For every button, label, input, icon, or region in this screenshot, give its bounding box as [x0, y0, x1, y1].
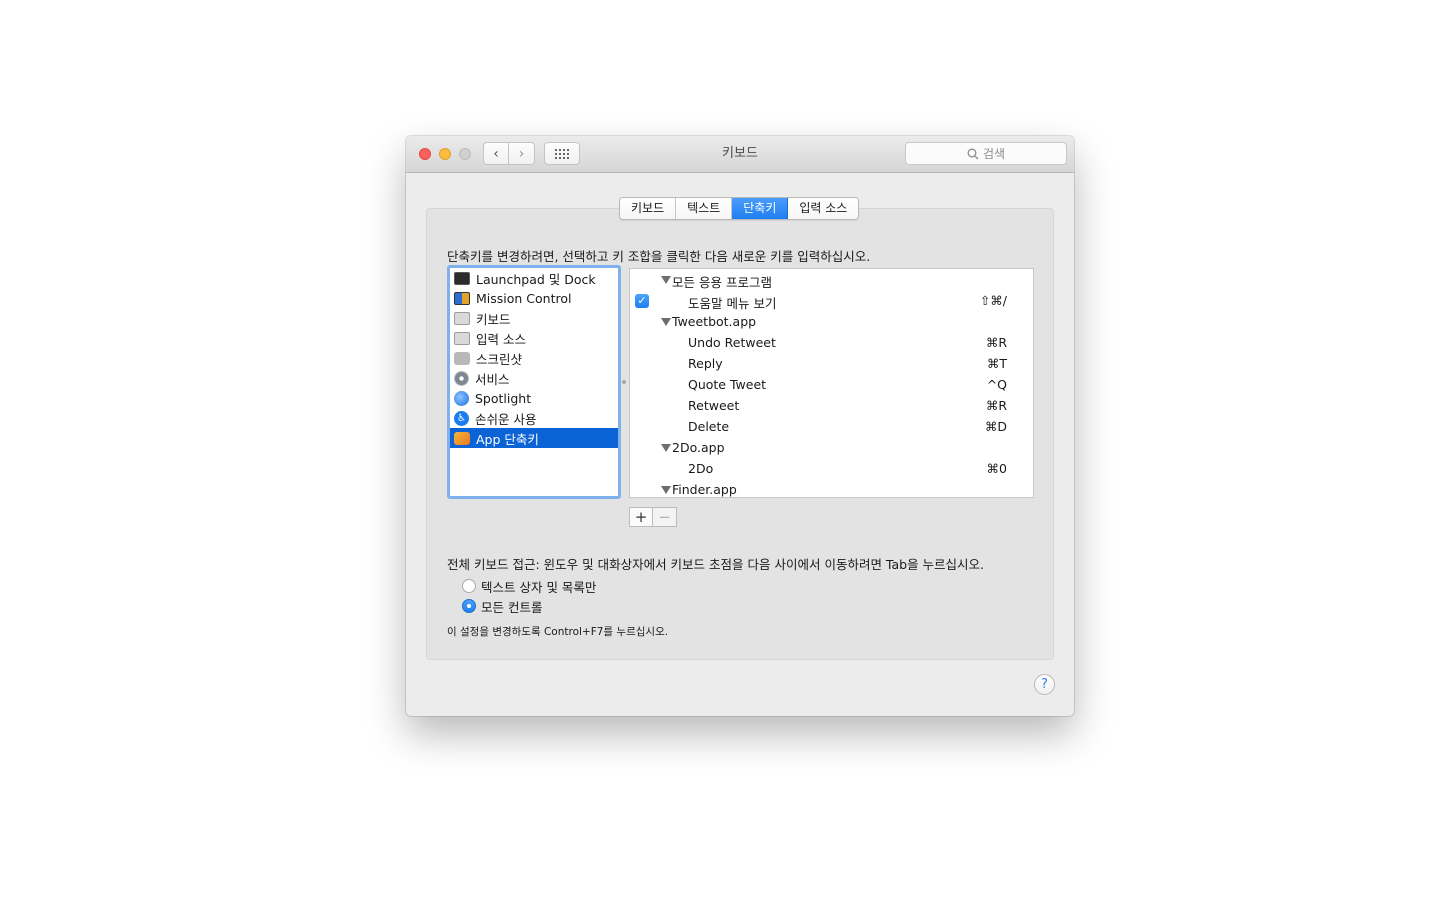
remove-shortcut-button[interactable]: − — [653, 507, 677, 527]
add-shortcut-button[interactable]: + — [629, 507, 653, 527]
disclosure-triangle-icon[interactable] — [661, 444, 671, 452]
category-label: 키보드 — [476, 311, 511, 327]
category-label: 서비스 — [475, 371, 510, 387]
shortcut-label: Reply — [688, 356, 723, 371]
keyboard-icon — [454, 311, 470, 325]
search-icon — [967, 148, 979, 159]
tab-input-sources[interactable]: 입력 소스 — [788, 198, 859, 219]
zoom-button[interactable] — [459, 148, 471, 160]
shortcut-row[interactable]: Undo Retweet ⌘R — [630, 332, 1033, 353]
tab-shortcuts[interactable]: 단축키 — [732, 198, 789, 219]
chevron-left-icon: ‹ — [493, 145, 499, 162]
group-label: 2Do.app — [672, 440, 725, 455]
disclosure-triangle-icon[interactable] — [661, 318, 671, 326]
group-row[interactable]: Finder.app — [630, 479, 1033, 497]
split-view-handle[interactable] — [622, 380, 626, 384]
shortcut-key[interactable]: ^Q — [987, 377, 1007, 392]
full-keyboard-access-label: 전체 키보드 접근: 윈도우 및 대화상자에서 키보드 초점을 다음 사이에서 … — [447, 557, 985, 572]
search-placeholder: 검색 — [982, 147, 1006, 161]
category-mission-control[interactable]: Mission Control — [450, 288, 618, 308]
shortcut-key[interactable]: ⌘R — [986, 335, 1007, 350]
category-label: App 단축키 — [476, 431, 539, 447]
tab-keyboard[interactable]: 키보드 — [620, 198, 677, 219]
shortcut-checkbox[interactable]: ✓ — [635, 294, 649, 308]
radio-text-boxes-lists[interactable]: 텍스트 상자 및 목록만 — [462, 577, 596, 595]
group-label: Finder.app — [672, 482, 737, 497]
category-services[interactable]: 서비스 — [450, 368, 618, 388]
shortcut-row[interactable]: Quote Tweet ^Q — [630, 374, 1033, 395]
add-remove-control: + − — [629, 507, 677, 527]
grid-icon — [555, 148, 569, 159]
instructions-text: 단축키를 변경하려면, 선택하고 키 조합을 클릭한 다음 새로운 키를 입력하… — [447, 249, 871, 264]
spotlight-icon — [454, 390, 469, 406]
disclosure-triangle-icon[interactable] — [661, 276, 671, 284]
control-f7-note: 이 설정을 변경하도록 Control+F7를 누르십시오. — [447, 626, 669, 638]
minimize-button[interactable] — [439, 148, 451, 160]
shortcut-label: 2Do — [688, 461, 714, 476]
shortcut-label: Quote Tweet — [688, 377, 767, 392]
screenshot-icon — [454, 351, 470, 365]
category-spotlight[interactable]: Spotlight — [450, 388, 618, 408]
group-label: 모든 응용 프로그램 — [672, 275, 772, 290]
search-field[interactable]: 검색 — [905, 142, 1067, 165]
input-source-icon — [454, 331, 470, 345]
title-bar: ‹ › 키보드 검색 — [406, 136, 1074, 173]
shortcut-key[interactable]: ⌘R — [986, 398, 1007, 413]
shortcut-row[interactable]: ✓ 도움말 메뉴 보기 ⇧⌘/ — [630, 290, 1033, 311]
category-keyboard[interactable]: 키보드 — [450, 308, 618, 328]
shortcut-key[interactable]: ⇧⌘/ — [980, 293, 1007, 308]
shortcut-row[interactable]: 2Do ⌘0 — [630, 458, 1033, 479]
radio-label: 텍스트 상자 및 목록만 — [481, 579, 597, 595]
back-button[interactable]: ‹ — [483, 142, 509, 165]
mission-control-icon — [454, 291, 470, 305]
category-input-sources[interactable]: 입력 소스 — [450, 328, 618, 348]
tab-text[interactable]: 텍스트 — [676, 198, 733, 219]
accessibility-icon: ♿ — [454, 410, 469, 426]
category-screenshots[interactable]: 스크린샷 — [450, 348, 618, 368]
shortcut-list[interactable]: 모든 응용 프로그램 ✓ 도움말 메뉴 보기 ⇧⌘/ Tweetbot.app … — [629, 268, 1034, 498]
chevron-right-icon: › — [518, 145, 525, 162]
radio-all-controls[interactable]: 모든 컨트롤 — [462, 597, 542, 615]
forward-button[interactable]: › — [509, 142, 535, 165]
shortcut-row[interactable]: Retweet ⌘R — [630, 395, 1033, 416]
radio-button[interactable] — [462, 579, 476, 593]
category-app-shortcuts[interactable]: App 단축키 — [450, 428, 618, 448]
group-row[interactable]: 모든 응용 프로그램 — [630, 269, 1033, 290]
category-label: 스크린샷 — [476, 351, 523, 367]
radio-button[interactable] — [462, 599, 476, 613]
shortcut-label: Retweet — [688, 398, 740, 413]
disclosure-triangle-icon[interactable] — [661, 486, 671, 494]
shortcut-label: 도움말 메뉴 보기 — [688, 296, 777, 311]
shortcut-key[interactable]: ⌘0 — [987, 461, 1007, 476]
category-label: 입력 소스 — [476, 331, 526, 347]
category-label: 손쉬운 사용 — [475, 411, 537, 427]
group-label: Tweetbot.app — [672, 314, 757, 329]
app-shortcuts-icon — [454, 431, 470, 445]
category-launchpad-dock[interactable]: Launchpad 및 Dock — [450, 268, 618, 288]
shortcut-key[interactable]: ⌘D — [985, 419, 1007, 434]
close-button[interactable] — [419, 148, 431, 160]
dock-icon — [454, 271, 470, 285]
shortcut-label: Delete — [688, 419, 730, 434]
group-row[interactable]: 2Do.app — [630, 437, 1033, 458]
shortcut-label: Undo Retweet — [688, 335, 776, 350]
group-row[interactable]: Tweetbot.app — [630, 311, 1033, 332]
category-label: Launchpad 및 Dock — [476, 271, 596, 287]
shortcut-row[interactable]: Delete ⌘D — [630, 416, 1033, 437]
keyboard-preferences-window: ‹ › 키보드 검색 키보드 텍스트 단축키 입력 소스 단축키를 변경하려면,… — [406, 136, 1074, 716]
category-accessibility[interactable]: ♿ 손쉬운 사용 — [450, 408, 618, 428]
gear-icon — [454, 370, 469, 386]
shortcut-row[interactable]: Reply ⌘T — [630, 353, 1033, 374]
window-title: 키보드 — [722, 146, 758, 161]
category-label: Mission Control — [476, 290, 572, 306]
radio-label: 모든 컨트롤 — [481, 599, 543, 615]
show-all-button[interactable] — [544, 142, 580, 165]
shortcut-category-list[interactable]: Launchpad 및 Dock Mission Control 키보드 입력 … — [447, 265, 621, 499]
shortcut-key[interactable]: ⌘T — [987, 356, 1007, 371]
tab-bar: 키보드 텍스트 단축키 입력 소스 — [619, 197, 860, 220]
help-button[interactable]: ? — [1034, 674, 1055, 695]
category-label: Spotlight — [475, 390, 532, 406]
